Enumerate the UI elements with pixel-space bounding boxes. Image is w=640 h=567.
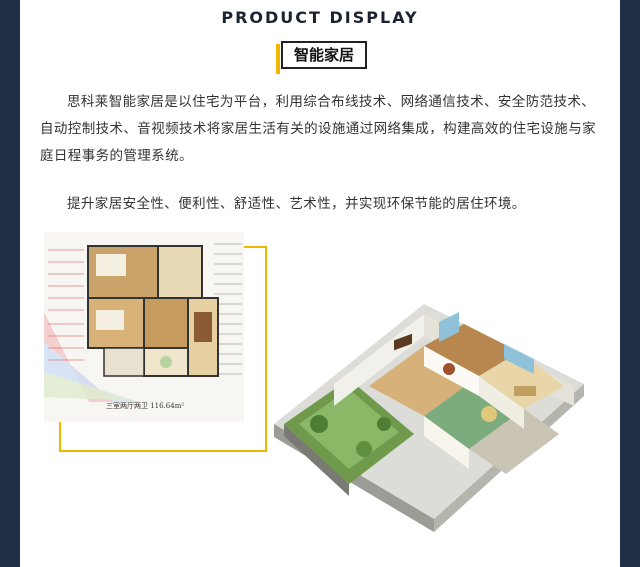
badge-accent-bar [276,44,280,74]
isometric-home-render [274,304,584,532]
floor-plan-image: 三室两厅两卫 116.64m² [44,232,286,458]
floor-plan-paper: 三室两厅两卫 116.64m² [44,232,244,422]
plan-frame-line [59,450,267,452]
plan-frame-line [59,417,61,452]
section-heading: PRODUCT DISPLAY [221,8,419,27]
benefit-paragraph: 提升家居安全性、便利性、舒适性、艺术性，并实现环保节能的居住环境。 [67,196,526,212]
intro-paragraph: 思科莱智能家居是以住宅为平台，利用综合布线技术、网络通信技术、安全防范技术、自动… [40,94,596,164]
category-badge: 智能家居 [276,40,370,74]
plan-frame-line [265,246,267,452]
content-panel: PRODUCT DISPLAY 智能家居 思科莱智能家居是以住宅为平台，利用综合… [20,0,620,567]
badge-label: 智能家居 [281,41,367,69]
floor-plan-drawing [44,243,242,402]
floor-plan-caption: 三室两厅两卫 116.64m² [106,402,185,410]
